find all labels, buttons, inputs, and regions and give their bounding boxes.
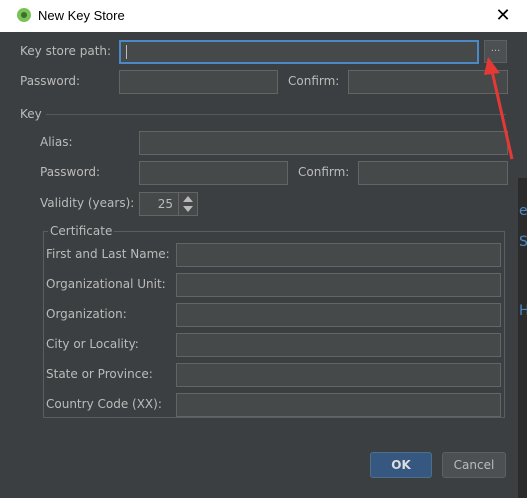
key-password-field[interactable] <box>139 161 288 185</box>
city-locality-label: City or Locality: <box>46 337 139 351</box>
city-locality-field[interactable] <box>176 333 501 357</box>
key-confirm-label: Confirm: <box>298 165 350 179</box>
background-glyph-1: e <box>519 203 527 219</box>
text-caret <box>126 45 127 59</box>
android-studio-icon <box>17 8 31 22</box>
certificate-title: Certificate <box>48 224 115 238</box>
cancel-button[interactable]: Cancel <box>442 452 506 478</box>
keystore-path-label: Key store path: <box>20 44 112 58</box>
close-icon[interactable]: ✕ <box>490 4 516 28</box>
state-province-label: State or Province: <box>46 367 153 381</box>
organization-field[interactable] <box>176 303 501 327</box>
alias-field[interactable] <box>139 131 508 155</box>
first-last-name-label: First and Last Name: <box>46 247 170 261</box>
first-last-name-field[interactable] <box>176 243 501 267</box>
organization-label: Organization: <box>46 307 127 321</box>
country-code-field[interactable] <box>176 393 501 417</box>
title-bar: New Key Store ✕ <box>0 0 527 32</box>
annotation-arrow-shaft <box>490 70 514 160</box>
keystore-password-label: Password: <box>20 74 81 88</box>
annotation-arrow-icon <box>484 57 514 160</box>
background-glyph-2: S <box>519 234 527 250</box>
alias-label: Alias: <box>40 135 73 149</box>
state-province-field[interactable] <box>176 363 501 387</box>
validity-value: 25 <box>157 197 173 211</box>
country-code-label: Country Code (XX): <box>46 397 162 411</box>
background-glyph-3: H <box>519 303 527 319</box>
ok-button[interactable]: OK <box>370 452 432 478</box>
key-password-label: Password: <box>40 165 101 179</box>
organizational-unit-label: Organizational Unit: <box>46 277 166 291</box>
validity-spinner[interactable]: 25 <box>139 192 198 216</box>
window-title: New Key Store <box>38 8 125 23</box>
decrement-icon[interactable] <box>183 206 193 212</box>
increment-icon[interactable] <box>183 196 193 202</box>
validity-label: Validity (years): <box>40 196 135 210</box>
key-section-divider <box>46 114 506 115</box>
keystore-path-input[interactable] <box>119 40 479 64</box>
key-section-label: Key <box>20 107 42 121</box>
organizational-unit-field[interactable] <box>176 273 501 297</box>
annotation-arrow-head <box>484 57 500 75</box>
keystore-password-field[interactable] <box>119 70 278 94</box>
keystore-confirm-label: Confirm: <box>288 74 340 88</box>
background-window-edge <box>518 178 527 498</box>
spinner-arrows[interactable] <box>178 193 197 215</box>
